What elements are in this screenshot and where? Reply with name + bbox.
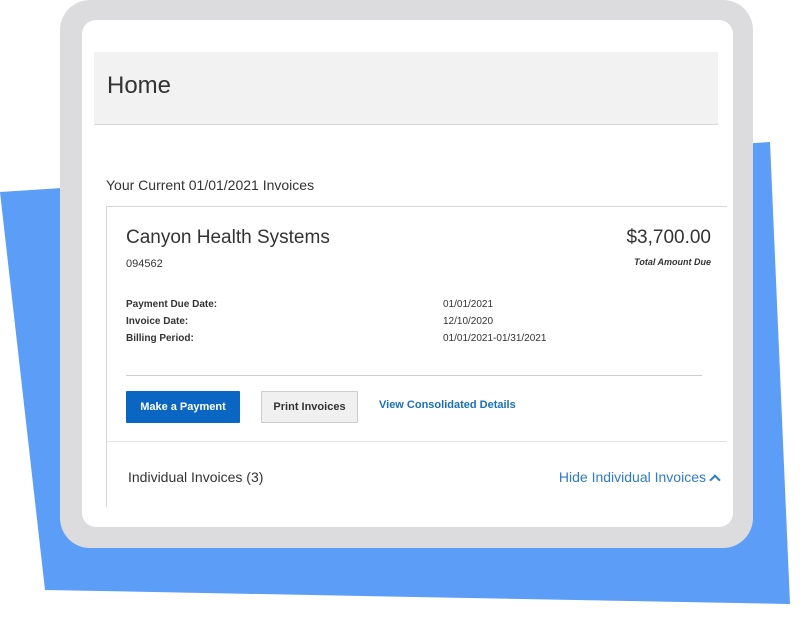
print-invoices-button[interactable]: Print Invoices xyxy=(261,391,358,423)
total-amount-due: $3,700.00 xyxy=(626,227,711,248)
section-divider xyxy=(107,441,727,442)
view-consolidated-details-link[interactable]: View Consolidated Details xyxy=(379,399,516,411)
detail-row-invoice-date: Invoice Date: 12/10/2020 xyxy=(126,316,706,330)
make-payment-button[interactable]: Make a Payment xyxy=(126,391,240,423)
detail-label: Billing Period: xyxy=(126,333,194,344)
chevron-up-icon xyxy=(709,474,721,486)
invoices-section-heading: Your Current 01/01/2021 Invoices xyxy=(106,177,315,193)
detail-row-payment-due-date: Payment Due Date: 01/01/2021 xyxy=(126,299,706,313)
invoice-card: Canyon Health Systems 094562 $3,700.00 T… xyxy=(106,206,727,507)
toggle-label: Hide Individual Invoices xyxy=(558,469,706,485)
detail-label: Invoice Date: xyxy=(126,316,189,327)
detail-label: Payment Due Date: xyxy=(126,299,218,310)
hide-individual-invoices-toggle[interactable]: Hide Individual Invoices xyxy=(558,469,721,486)
page-title: Home xyxy=(107,72,172,99)
detail-value: 01/01/2021-01/31/2021 xyxy=(443,333,547,344)
total-amount-label: Total Amount Due xyxy=(634,257,711,267)
detail-row-billing-period: Billing Period: 01/01/2021-01/31/2021 xyxy=(126,333,706,347)
individual-invoices-label: Individual Invoices (3) xyxy=(128,469,264,485)
card-separator xyxy=(126,375,702,376)
page-header: Home xyxy=(94,52,718,125)
detail-value: 12/10/2020 xyxy=(443,316,494,327)
app-screen: Home Your Current 01/01/2021 Invoices Ca… xyxy=(82,20,733,527)
company-name: Canyon Health Systems xyxy=(126,227,330,248)
account-number: 094562 xyxy=(126,258,163,270)
detail-value: 01/01/2021 xyxy=(443,299,494,310)
